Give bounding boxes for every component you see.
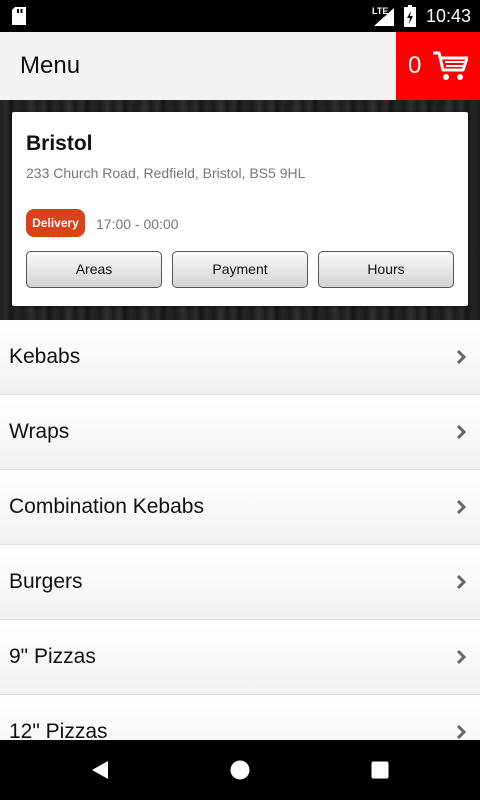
chevron-right-icon bbox=[456, 724, 466, 740]
recents-icon[interactable] bbox=[370, 760, 390, 780]
shop-address: 233 Church Road, Redfield, Bristol, BS5 … bbox=[26, 165, 306, 181]
menu-category-list: Kebabs Wraps Combination Kebabs Burgers … bbox=[0, 320, 480, 740]
page-title: Menu bbox=[20, 52, 81, 79]
menu-category-wraps[interactable]: Wraps bbox=[0, 395, 480, 470]
sd-card-icon bbox=[12, 7, 26, 25]
category-label: Kebabs bbox=[9, 345, 81, 368]
category-label: 9" Pizzas bbox=[9, 645, 96, 668]
status-time: 10:43 bbox=[426, 6, 472, 26]
opening-hours: 17:00 - 00:00 bbox=[96, 216, 179, 232]
menu-category-9-pizzas[interactable]: 9" Pizzas bbox=[0, 620, 480, 695]
areas-button[interactable]: Areas bbox=[26, 251, 162, 288]
menu-category-kebabs[interactable]: Kebabs bbox=[0, 320, 480, 395]
category-label: Wraps bbox=[9, 420, 70, 443]
category-label: Combination Kebabs bbox=[9, 495, 204, 518]
category-label: Burgers bbox=[9, 570, 83, 593]
hours-button[interactable]: Hours bbox=[318, 251, 454, 288]
shop-header: Bristol 233 Church Road, Redfield, Brist… bbox=[0, 100, 480, 320]
chevron-right-icon bbox=[456, 424, 466, 440]
menu-category-combination-kebabs[interactable]: Combination Kebabs bbox=[0, 470, 480, 545]
chevron-right-icon bbox=[456, 574, 466, 590]
shop-name: Bristol bbox=[26, 132, 93, 155]
navigation-bar bbox=[0, 740, 480, 800]
cart-button[interactable]: 0 bbox=[396, 32, 480, 100]
menu-category-12-pizzas[interactable]: 12" Pizzas bbox=[0, 695, 480, 740]
chevron-right-icon bbox=[456, 349, 466, 365]
chevron-right-icon bbox=[456, 499, 466, 515]
app-bar: Menu 0 bbox=[0, 32, 480, 100]
menu-category-burgers[interactable]: Burgers bbox=[0, 545, 480, 620]
delivery-badge: Delivery bbox=[26, 209, 85, 237]
cart-icon bbox=[433, 51, 468, 80]
chevron-right-icon bbox=[456, 649, 466, 665]
home-icon[interactable] bbox=[230, 760, 250, 780]
shop-info-card: Bristol 233 Church Road, Redfield, Brist… bbox=[12, 112, 468, 306]
payment-button[interactable]: Payment bbox=[172, 251, 308, 288]
back-icon[interactable] bbox=[90, 760, 110, 780]
battery-icon bbox=[404, 5, 416, 27]
category-label: 12" Pizzas bbox=[9, 720, 108, 740]
cart-count: 0 bbox=[408, 52, 422, 79]
status-bar: LTE 10:43 bbox=[0, 0, 480, 32]
signal-icon bbox=[374, 8, 394, 26]
